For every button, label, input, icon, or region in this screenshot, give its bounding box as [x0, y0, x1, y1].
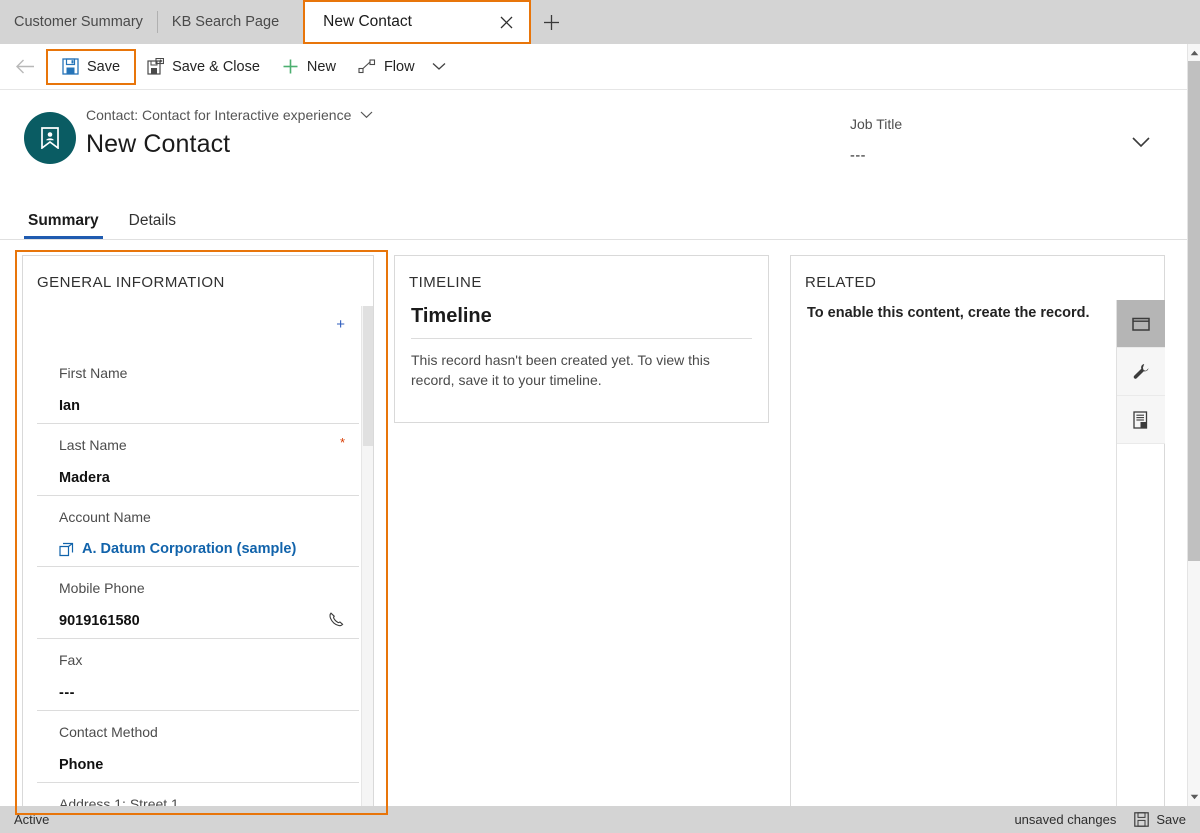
field-label: Last Name [59, 437, 127, 453]
timeline-empty-message: This record hasn't been created yet. To … [411, 352, 710, 388]
app-root: Customer Summary KB Search Page New Cont… [0, 0, 1200, 833]
field-fax[interactable]: Fax --- [37, 639, 359, 711]
flow-button[interactable]: Flow [347, 50, 426, 84]
flow-button-label: Flow [383, 58, 415, 75]
required-marker-icon: * [339, 435, 345, 450]
field-first-name[interactable]: First Name + Ian [37, 306, 359, 424]
tab-summary-label: Summary [28, 212, 99, 229]
save-floppy-icon [62, 58, 79, 75]
page-scrollbar[interactable] [1187, 44, 1200, 833]
header-field-label: Job Title [850, 116, 903, 132]
save-floppy-icon [1134, 812, 1150, 827]
save-and-close-icon [147, 58, 165, 75]
status-save-label: Save [1156, 812, 1186, 827]
tab-new-contact-active[interactable]: New Contact [303, 0, 532, 44]
general-information-scrollbar[interactable] [361, 306, 373, 814]
header-expand-button[interactable] [1125, 128, 1157, 156]
related-side-rail [1116, 300, 1165, 814]
field-label: Account Name [59, 509, 151, 525]
plus-icon [282, 58, 299, 75]
field-value: Phone [59, 757, 104, 773]
tab-label: New Contact [323, 13, 412, 30]
field-label: Fax [59, 652, 83, 668]
record-titles: Contact: Contact for Interactive experie… [86, 104, 373, 159]
timeline-section: TIMELINE Timeline This record hasn't bee… [394, 255, 769, 423]
timeline-title: TIMELINE [409, 274, 482, 291]
field-value: Madera [59, 470, 110, 486]
tab-customer-summary[interactable]: Customer Summary [0, 0, 157, 44]
contact-card-icon [39, 127, 61, 149]
general-information-scroll-area: First Name + Ian Last Name * Madera Acco… [23, 306, 373, 814]
timeline-heading: Timeline [411, 305, 492, 327]
related-section: RELATED To enable this content, create t… [790, 255, 1165, 815]
rail-button-report-document[interactable] [1117, 396, 1165, 444]
record-header: Contact: Contact for Interactive experie… [0, 90, 1187, 198]
tab-summary[interactable]: Summary [24, 212, 103, 239]
lookup-record-icon [59, 542, 74, 557]
save-button-label: Save [87, 58, 121, 75]
field-value: --- [59, 685, 75, 701]
save-button[interactable]: Save [46, 48, 137, 85]
related-title: RELATED [805, 274, 877, 291]
tab-details[interactable]: Details [125, 212, 180, 239]
tab-kb-search-page[interactable]: KB Search Page [158, 0, 293, 44]
field-mobile-phone[interactable]: Mobile Phone 9019161580 [37, 567, 359, 639]
wrench-icon [1132, 363, 1150, 381]
field-value: 9019161580 [59, 613, 140, 629]
field-account-name[interactable]: Account Name A. Datum Corporation (sampl… [37, 496, 359, 567]
chevron-down-icon[interactable] [426, 50, 452, 84]
unsaved-changes-label: unsaved changes [1014, 812, 1117, 827]
status-save-button[interactable]: Save [1134, 812, 1186, 827]
plus-icon[interactable] [531, 0, 571, 44]
new-button[interactable]: New [271, 50, 347, 84]
general-information-section: GENERAL INFORMATION First Name + Ian Las… [22, 255, 374, 815]
account-name-link-text: A. Datum Corporation (sample) [82, 541, 297, 557]
rail-button-wrench[interactable] [1117, 348, 1165, 396]
related-empty-message: To enable this content, create the recor… [807, 305, 1090, 321]
phone-call-icon[interactable] [328, 611, 345, 628]
form-tab-bar: Summary Details [0, 198, 1187, 240]
record-form-selector[interactable]: Contact: Contact for Interactive experie… [86, 104, 373, 126]
status-badge: Active [14, 812, 50, 827]
record-subtitle: Contact: Contact for Interactive experie… [86, 107, 352, 123]
field-value-lookup-link[interactable]: A. Datum Corporation (sample) [59, 540, 337, 558]
header-field-job-title[interactable]: Job Title --- [850, 116, 1100, 164]
save-and-close-label: Save & Close [172, 58, 260, 75]
page-scrollbar-thumb[interactable] [1188, 61, 1200, 561]
field-value: Ian [59, 398, 80, 414]
tab-label: KB Search Page [171, 14, 280, 30]
avatar [24, 112, 76, 164]
window-panel-icon [1132, 316, 1150, 332]
field-last-name[interactable]: Last Name * Madera [37, 424, 359, 496]
close-icon[interactable] [495, 11, 517, 33]
field-label: Contact Method [59, 724, 158, 740]
header-field-value: --- [850, 148, 866, 164]
flow-icon [358, 58, 376, 75]
chevron-down-icon[interactable] [360, 111, 373, 119]
back-arrow-icon[interactable] [10, 52, 40, 82]
browser-tab-strip: Customer Summary KB Search Page New Cont… [0, 0, 1200, 44]
field-label: First Name [59, 365, 128, 381]
form-content: GENERAL INFORMATION First Name + Ian Las… [0, 241, 1187, 815]
page-title: New Contact [86, 130, 231, 158]
tab-label: Customer Summary [14, 14, 143, 30]
general-information-title: GENERAL INFORMATION [37, 274, 225, 291]
field-label: Mobile Phone [59, 580, 145, 596]
field-contact-method[interactable]: Contact Method Phone [37, 711, 359, 783]
new-button-label: New [306, 58, 336, 75]
scroll-up-arrow-icon[interactable] [1188, 44, 1200, 61]
rail-button-window-panel[interactable] [1117, 300, 1165, 348]
tab-details-label: Details [128, 212, 177, 229]
scroll-down-arrow-icon[interactable] [1188, 788, 1200, 805]
recommended-marker-icon: + [336, 316, 345, 333]
report-document-icon [1133, 410, 1149, 429]
command-bar: Save Save & Close New Flow [0, 44, 1187, 90]
scrollbar-thumb[interactable] [363, 306, 373, 446]
status-bar: Active unsaved changes Save [0, 806, 1200, 833]
status-bar-right: unsaved changes Save [1014, 812, 1200, 827]
save-and-close-button[interactable]: Save & Close [136, 50, 271, 84]
